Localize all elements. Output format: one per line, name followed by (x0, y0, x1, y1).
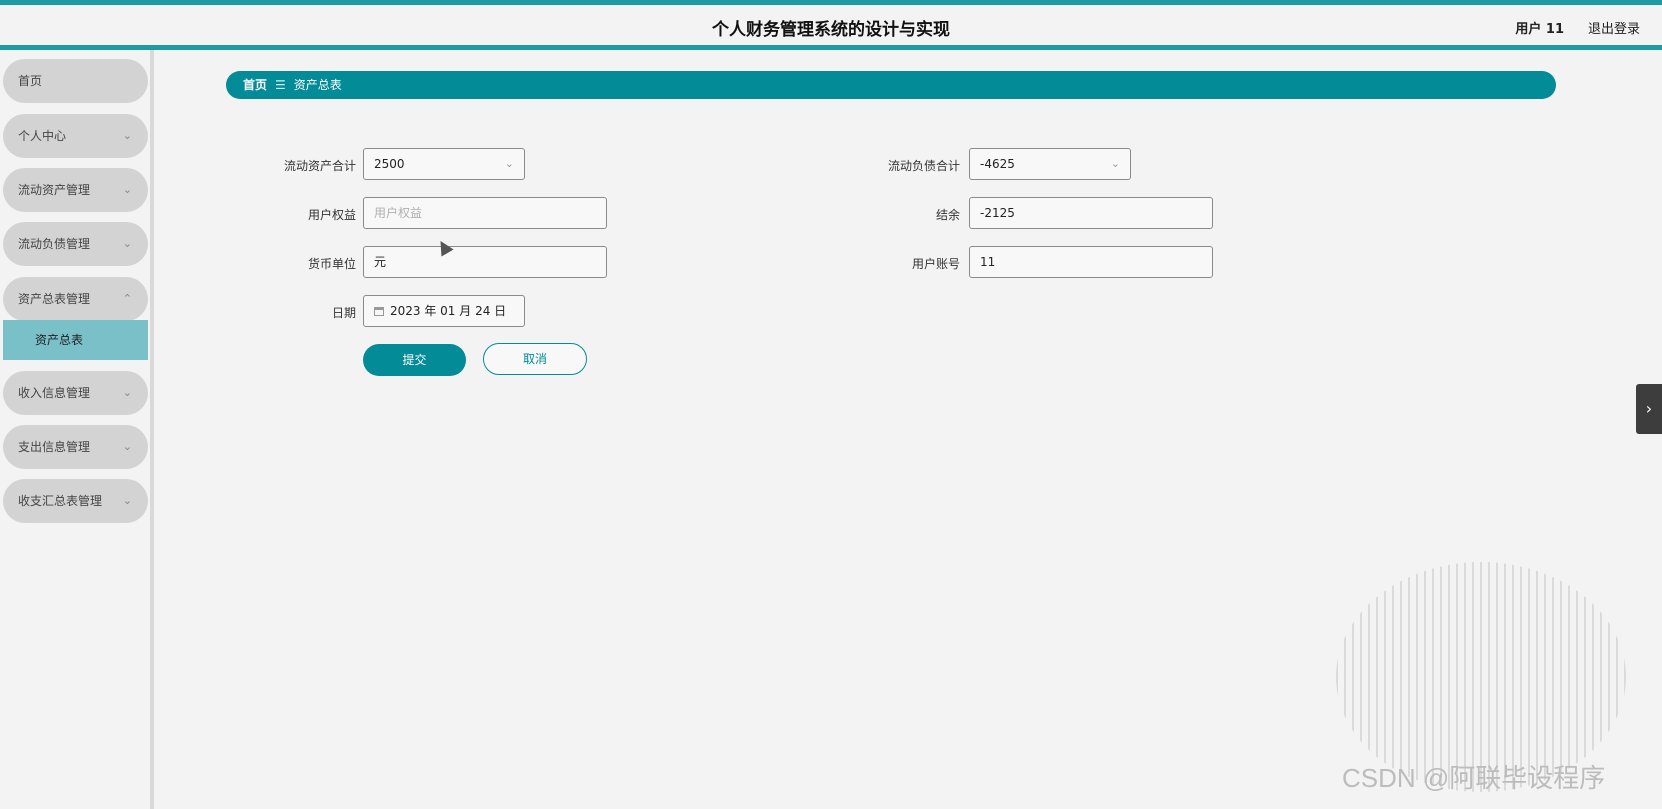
current-assets-value: 2500 (374, 157, 405, 171)
sidebar-item-label: 收入信息管理 (18, 386, 91, 400)
current-liabilities-label: 流动负债合计 (887, 159, 960, 173)
logout-link[interactable]: 退出登录 (1588, 18, 1640, 37)
current-liabilities-value: -4625 (980, 157, 1015, 171)
current-assets-select[interactable]: 2500 ⌄ (363, 148, 525, 180)
app-title: 个人财务管理系统的设计与实现 (712, 20, 950, 40)
sidebar-item-asset-summary[interactable]: 资产总表管理 ⌃ (3, 277, 148, 321)
sidebar-item-label: 首页 (18, 74, 43, 88)
chevron-down-icon: ⌄ (504, 157, 514, 170)
breadcrumb-separator-icon: ☰ (275, 78, 286, 92)
balance-label: 结余 (935, 208, 960, 222)
currency-label: 货币单位 (307, 257, 356, 271)
equity-label: 用户权益 (307, 208, 356, 222)
sidebar-item-label: 个人中心 (18, 129, 67, 143)
breadcrumb-home[interactable]: 首页 (243, 78, 267, 92)
currency-input[interactable]: 元 (363, 246, 607, 278)
date-picker[interactable]: 2023 年 01 月 24 日 (363, 295, 525, 327)
date-value: 2023 年 01 月 24 日 (390, 304, 507, 318)
sidebar-item-label: 流动资产管理 (18, 183, 91, 197)
chevron-down-icon: ⌄ (1110, 157, 1120, 170)
sidebar-item-current-liabilities[interactable]: 流动负债管理 ⌄ (3, 222, 148, 266)
chevron-down-icon: ⌄ (122, 129, 132, 142)
chevron-down-icon: ⌄ (122, 440, 132, 453)
chevron-down-icon: ⌄ (122, 183, 132, 196)
current-liabilities-select[interactable]: -4625 ⌄ (969, 148, 1131, 180)
sidebar-item-income[interactable]: 收入信息管理 ⌄ (3, 371, 148, 415)
balance-input[interactable]: -2125 (969, 197, 1213, 229)
sidebar-item-label: 支出信息管理 (18, 440, 91, 454)
side-panel-toggle-icon[interactable]: › (1636, 384, 1662, 434)
submit-button[interactable]: 提交 (363, 344, 466, 376)
equity-input[interactable] (363, 197, 607, 229)
breadcrumb-current: 资产总表 (293, 78, 342, 92)
sidebar: 首页 个人中心 ⌄ 流动资产管理 ⌄ 流动负债管理 ⌄ 资产总表管理 ⌃ 资产总… (0, 50, 154, 809)
top-bar: 个人财务管理系统的设计与实现 用户 11 退出登录 (0, 0, 1662, 50)
sidebar-item-personal-center[interactable]: 个人中心 ⌄ (3, 114, 148, 158)
sidebar-item-label: 流动负债管理 (18, 237, 91, 251)
sidebar-item-income-expense-summary[interactable]: 收支汇总表管理 ⌄ (3, 479, 148, 523)
chevron-up-icon: ⌃ (122, 292, 132, 305)
breadcrumb: 首页 ☰ 资产总表 (226, 71, 1556, 99)
watermark-text: CSDN @阿联毕设程序 (1342, 763, 1606, 793)
account-label: 用户账号 (911, 257, 960, 271)
sidebar-item-current-assets[interactable]: 流动资产管理 ⌄ (3, 168, 148, 212)
account-input[interactable]: 11 (969, 246, 1213, 278)
chevron-down-icon: ⌄ (122, 494, 132, 507)
sidebar-item-home[interactable]: 首页 (3, 59, 148, 103)
current-user-label: 用户 11 (1515, 22, 1564, 37)
sidebar-item-label: 资产总表管理 (18, 292, 91, 306)
chevron-down-icon: ⌄ (122, 237, 132, 250)
current-assets-label: 流动资产合计 (283, 159, 356, 173)
sidebar-item-label: 收支汇总表管理 (18, 494, 103, 508)
sidebar-subitem-asset-summary[interactable]: 资产总表 (3, 320, 148, 360)
chevron-down-icon: ⌄ (122, 386, 132, 399)
calendar-icon (374, 307, 384, 316)
sidebar-item-expense[interactable]: 支出信息管理 ⌄ (3, 425, 148, 469)
date-label: 日期 (331, 306, 356, 320)
cancel-button[interactable]: 取消 (483, 343, 587, 375)
